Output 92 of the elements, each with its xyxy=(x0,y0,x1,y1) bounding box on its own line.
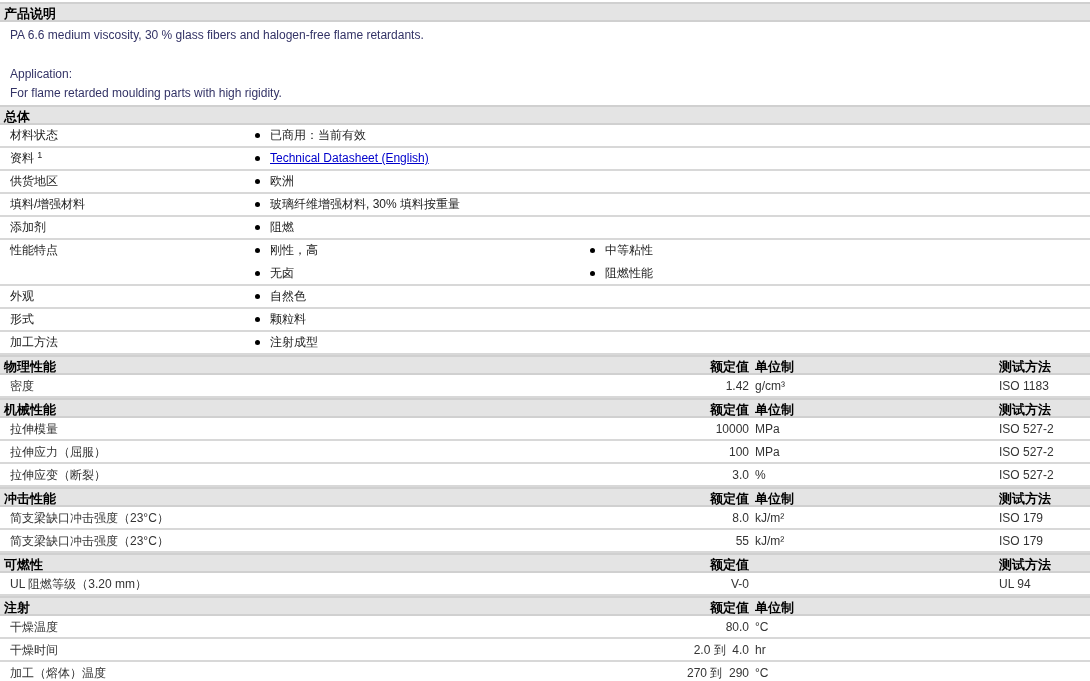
section-title: 物理性能 xyxy=(3,358,57,376)
column-heading: 单位制 xyxy=(755,359,794,374)
property-label: 加工（熔体）温度 xyxy=(9,664,107,681)
property-value: 1.42 xyxy=(724,377,749,395)
property-value: 自然色 xyxy=(270,288,306,305)
property-value: 玻璃纤维增强材料, 30% 填料按重量 xyxy=(270,196,461,213)
property-value: 270 到 290 xyxy=(685,664,749,681)
test-method: ISO 1183 xyxy=(999,378,1049,393)
property-label: 干燥温度 xyxy=(9,618,59,636)
property-label: 干燥时间 xyxy=(9,641,59,659)
application-label: Application: xyxy=(10,66,74,83)
column-heading: 测试方法 xyxy=(999,402,1051,417)
column-heading: 单位制 xyxy=(755,402,794,417)
column-heading: 测试方法 xyxy=(999,557,1051,572)
application-text: For flame retarded moulding parts with high rigidity. xyxy=(10,85,283,102)
unit-text: MPa xyxy=(755,421,780,436)
property-label: 形式 xyxy=(9,311,35,328)
bullet-icon xyxy=(255,133,260,138)
test-method: ISO 179 xyxy=(999,510,1044,525)
unit-text: % xyxy=(755,467,766,482)
column-heading: 额定值 xyxy=(710,359,749,374)
property-label: 加工方法 xyxy=(9,334,59,351)
section-title: 可燃性 xyxy=(3,556,44,574)
column-heading: 测试方法 xyxy=(999,359,1051,374)
bullet-icon xyxy=(590,248,595,253)
unit-text: °C xyxy=(755,665,769,680)
test-method: ISO 179 xyxy=(999,533,1044,548)
property-value: 100 xyxy=(727,443,749,461)
property-value: 颗粒料 xyxy=(270,311,306,328)
property-label: 拉伸应变（断裂） xyxy=(9,466,107,484)
bullet-icon xyxy=(255,248,260,253)
unit-text: MPa xyxy=(755,444,780,459)
property-value: 3.0 xyxy=(731,466,749,484)
section-title: 注射 xyxy=(3,599,31,617)
property-label: 性能特点 xyxy=(9,242,59,259)
unit-text: hr xyxy=(755,642,766,657)
property-value: 阻燃 xyxy=(270,219,294,236)
property-value: 阻燃性能 xyxy=(605,265,653,282)
unit-text: kJ/m² xyxy=(755,510,785,525)
property-label: 添加剂 xyxy=(9,219,47,236)
property-value: 注射成型 xyxy=(270,334,318,351)
section-title: 机械性能 xyxy=(2,401,57,419)
property-value: 2.0 到 4.0 xyxy=(692,641,749,659)
property-label: 拉伸模量 xyxy=(9,420,59,438)
column-heading: 额定值 xyxy=(710,557,749,572)
property-value: 中等粘性 xyxy=(605,242,653,259)
bullet-icon xyxy=(255,179,260,184)
property-label: 材料状态 xyxy=(9,127,59,144)
property-value: 欧洲 xyxy=(270,173,294,190)
bullet-icon xyxy=(255,271,260,276)
property-label: 外观 xyxy=(9,288,35,305)
property-label: 简支梁缺口冲击强度（23°C） xyxy=(9,509,170,527)
property-label: 资料 $^{1}$ xyxy=(9,150,44,167)
section-title: 总体 xyxy=(2,108,31,126)
unit-text: kJ/m² xyxy=(755,533,785,548)
property-value: V-0 xyxy=(730,575,749,593)
test-method: UL 94 xyxy=(999,576,1031,591)
test-method: ISO 527-2 xyxy=(999,467,1054,482)
test-method: ISO 527-2 xyxy=(999,421,1054,436)
unit-text: °C xyxy=(755,619,769,634)
bullet-icon xyxy=(255,156,260,161)
property-label: 填料/增强材料 xyxy=(9,196,87,213)
column-heading: 额定值 xyxy=(710,402,749,417)
property-label: UL 阻燃等级（3.20 mm） xyxy=(9,575,148,593)
property-label: 简支梁缺口冲击强度（23°C） xyxy=(9,532,170,550)
property-value: 无卤 xyxy=(270,265,294,282)
property-label: 密度 xyxy=(9,377,35,395)
column-heading: 测试方法 xyxy=(999,491,1051,506)
unit-text: g/cm³ xyxy=(755,378,785,393)
property-value: 已商用：当前有效 xyxy=(270,127,366,144)
property-value: 刚性，高 xyxy=(270,242,318,259)
property-label: 供货地区 xyxy=(9,173,59,190)
bullet-icon xyxy=(255,294,260,299)
bullet-icon xyxy=(255,202,260,207)
section-title: 产品说明 xyxy=(3,5,57,23)
description-text: PA 6.6 medium viscosity, 30 % glass fibers and halogen-free flame retardants. xyxy=(10,27,425,44)
datasheet-link[interactable]: Technical Datasheet (English) xyxy=(270,150,429,167)
test-method: ISO 527-2 xyxy=(999,444,1054,459)
section-title: 冲击性能 xyxy=(3,490,57,508)
property-value: 8.0 xyxy=(731,509,749,527)
property-value: 10000 xyxy=(714,420,749,438)
property-value: 80.0 xyxy=(724,618,749,636)
column-heading: 单位制 xyxy=(755,491,794,506)
bullet-icon xyxy=(255,340,260,345)
property-label: 拉伸应力（屈服） xyxy=(9,443,107,461)
bullet-icon xyxy=(590,271,595,276)
bullet-icon xyxy=(255,317,260,322)
bullet-icon xyxy=(255,225,260,230)
column-heading: 额定值 xyxy=(710,600,749,615)
column-heading: 额定值 xyxy=(710,491,749,506)
column-heading: 单位制 xyxy=(755,600,794,615)
property-value: 55 xyxy=(734,532,749,550)
